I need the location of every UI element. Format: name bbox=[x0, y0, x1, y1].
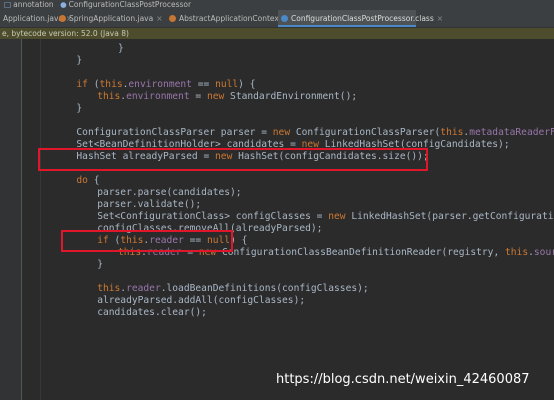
highlight-configurationclassparser bbox=[38, 148, 428, 171]
code-token: ConfigurationClassParser( bbox=[290, 127, 441, 138]
tab-configurationclasspostprocessor[interactable]: ConfigurationClassPostProcessor.class × bbox=[278, 10, 443, 27]
close-icon[interactable]: × bbox=[437, 14, 443, 23]
code-token: ( bbox=[87, 79, 100, 90]
tab-configurationclasspostprocessor-label: ConfigurationClassPostProcessor.class bbox=[291, 14, 434, 23]
code-token: this bbox=[505, 247, 529, 258]
bytecode-version-text: e, bytecode version: 52.0 (Java 8) bbox=[2, 29, 129, 38]
code-token: this bbox=[440, 127, 464, 138]
tab-application[interactable]: Application.java × bbox=[0, 10, 72, 27]
code-token: ) { bbox=[238, 79, 256, 90]
code-line: parser.validate(); bbox=[97, 199, 201, 211]
code-line: } bbox=[97, 259, 103, 271]
package-icon: □ bbox=[4, 0, 12, 9]
code-token: .loadBeanDefinitions(configClasses); bbox=[160, 283, 369, 294]
code-line: Set<ConfigurationClass> configClasses = … bbox=[97, 211, 554, 223]
code-token: this bbox=[97, 91, 121, 102]
code-token: this bbox=[97, 283, 121, 294]
code-token: if bbox=[76, 79, 88, 90]
code-line: } bbox=[118, 43, 124, 55]
code-token: == bbox=[191, 79, 216, 90]
class-file-icon bbox=[169, 15, 176, 22]
code-line: this.environment = new StandardEnvironme… bbox=[97, 91, 357, 103]
code-line: if (this.environment == null) { bbox=[76, 79, 255, 91]
code-token: StandardEnvironment(); bbox=[224, 91, 358, 102]
code-token: null bbox=[215, 79, 239, 90]
code-token: } bbox=[76, 55, 83, 66]
code-token: new bbox=[272, 127, 291, 138]
close-icon[interactable]: × bbox=[156, 14, 162, 23]
code-token: new bbox=[328, 211, 346, 222]
code-line: do { bbox=[76, 175, 99, 187]
code-line: } bbox=[76, 103, 82, 115]
code-token: alreadyParsed.addAll(configClasses); bbox=[97, 295, 306, 306]
code-line: this.reader.loadBeanDefinitions(configCl… bbox=[97, 283, 368, 295]
code-token: sourceExtractor bbox=[533, 247, 554, 258]
code-line: parser.parse(candidates); bbox=[97, 187, 241, 199]
code-line: ConfigurationClassParser parser = new Co… bbox=[76, 127, 554, 139]
code-token: parser.parse(candidates); bbox=[97, 187, 242, 198]
code-line: candidates.clear(); bbox=[97, 307, 207, 319]
code-token: parser.validate(); bbox=[97, 199, 202, 210]
tab-springapplication[interactable]: SpringApplication.java × bbox=[56, 10, 166, 27]
code-token: ConfigurationClassParser parser = bbox=[76, 127, 273, 138]
editor-tabs: Application.java × SpringApplication.java… bbox=[0, 10, 554, 28]
code-line: alreadyParsed.addAll(configClasses); bbox=[97, 295, 305, 307]
decompiled-info-bar: e, bytecode version: 52.0 (Java 8) bbox=[0, 28, 554, 39]
java-file-icon bbox=[59, 15, 66, 22]
code-token: } bbox=[97, 259, 103, 270]
watermark-url: https://blog.csdn.net/weixin_42460087 bbox=[276, 372, 530, 387]
code-token: { bbox=[87, 175, 100, 186]
code-token: do bbox=[76, 175, 88, 186]
code-line: } bbox=[76, 55, 82, 67]
code-token: candidates.clear(); bbox=[97, 307, 207, 318]
breadcrumb: □ annotation ● ConfigurationClassPostProce… bbox=[0, 0, 554, 10]
class-icon: ● bbox=[60, 0, 67, 9]
code-token: = bbox=[189, 91, 207, 102]
code-token: new bbox=[206, 91, 225, 102]
highlight-parser-parse bbox=[61, 230, 233, 252]
breadcrumb-item-class[interactable]: ConfigurationClassPostProcessor bbox=[69, 0, 191, 10]
code-token: } bbox=[118, 43, 124, 54]
code-token: metadataReaderFactory bbox=[469, 127, 554, 138]
tab-application-label: Application.java bbox=[3, 14, 64, 23]
indent-guide bbox=[40, 39, 41, 400]
code-token: this bbox=[99, 79, 123, 90]
code-token: Set<ConfigurationClass> configClasses = bbox=[97, 211, 329, 222]
code-token: environment bbox=[128, 79, 192, 90]
line-gutter bbox=[0, 39, 22, 400]
code-token: LinkedHashSet(parser.getConfigurationCla… bbox=[351, 211, 554, 222]
code-editor[interactable]: }} if (this.environment == null) {this.en… bbox=[0, 39, 554, 400]
tab-abstractapplicationcontext[interactable]: AbstractApplicationContext.class× bbox=[166, 10, 312, 27]
code-token: ConfigurationClassBeanDefinitionReader(r… bbox=[216, 247, 505, 258]
code-token: environment bbox=[126, 91, 190, 102]
breadcrumb-item-annotation[interactable]: annotation bbox=[13, 0, 54, 10]
code-token: } bbox=[76, 103, 83, 114]
class-file-icon bbox=[281, 15, 288, 22]
tab-springapplication-label: SpringApplication.java bbox=[69, 14, 154, 23]
code-token: reader bbox=[126, 283, 161, 294]
